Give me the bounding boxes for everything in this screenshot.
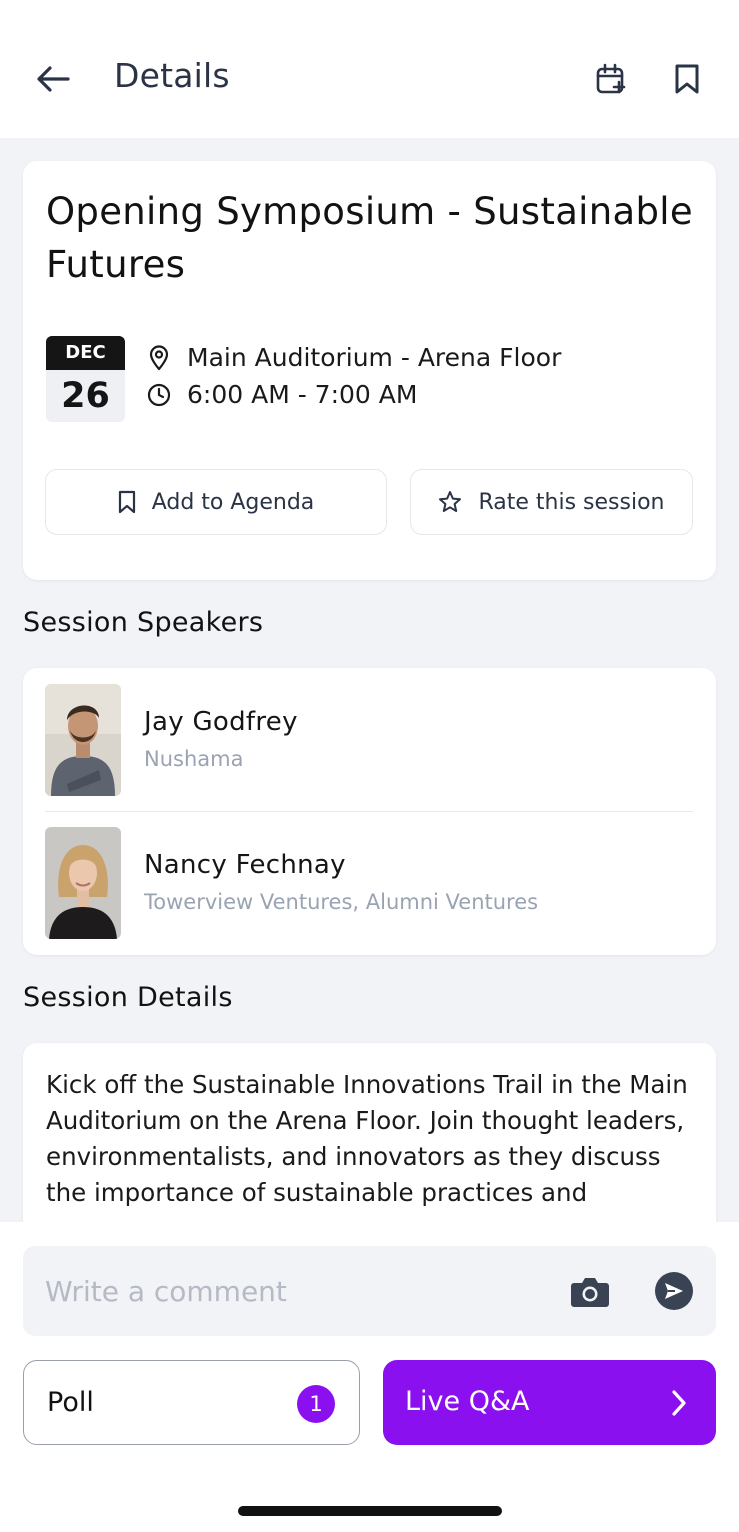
star-icon <box>438 490 462 514</box>
map-pin-icon <box>147 344 171 370</box>
speaker-name: Jay Godfrey <box>144 707 298 737</box>
camera-button[interactable] <box>569 1271 611 1311</box>
speaker-company: Towerview Ventures, Alumni Ventures <box>144 890 539 914</box>
speaker-name: Nancy Fechnay <box>144 850 346 880</box>
live-qa-button[interactable]: Live Q&A <box>383 1360 716 1445</box>
send-button[interactable] <box>655 1272 693 1310</box>
session-location: Main Auditorium - Arena Floor <box>147 343 561 372</box>
back-button[interactable] <box>32 58 74 100</box>
speaker-item[interactable]: Jay Godfrey Nushama <box>45 684 693 797</box>
speakers-card: Jay Godfrey Nushama Nancy Fechnay Towerv… <box>23 668 716 955</box>
bookmark-icon <box>675 64 699 94</box>
chevron-right-icon <box>667 1387 691 1419</box>
speakers-heading: Session Speakers <box>23 607 264 638</box>
page-title: Details <box>114 56 230 95</box>
session-time: 6:00 AM - 7:00 AM <box>147 380 417 409</box>
top-app-bar: Details <box>0 0 739 138</box>
details-heading: Session Details <box>23 982 233 1013</box>
clock-icon <box>147 383 171 407</box>
comment-composer <box>23 1246 716 1336</box>
time-text: 6:00 AM - 7:00 AM <box>187 380 418 409</box>
rate-session-label: Rate this session <box>478 489 665 515</box>
poll-label: Poll <box>47 1387 94 1418</box>
arrow-left-icon <box>37 66 70 92</box>
date-day: 26 <box>61 376 110 416</box>
comment-input[interactable] <box>45 1268 545 1314</box>
bottom-action-panel: Poll 1 Live Q&A <box>0 1222 739 1532</box>
date-month: DEC <box>46 336 125 370</box>
rate-session-button[interactable]: Rate this session <box>410 469 693 535</box>
session-title: Opening Symposium - Sustainable Futures <box>46 190 693 286</box>
calendar-plus-icon <box>596 63 626 94</box>
poll-count-badge: 1 <box>297 1385 335 1423</box>
avatar <box>45 684 121 796</box>
session-description: Kick off the Sustainable Innovations Tra… <box>46 1070 688 1207</box>
bookmark-button[interactable] <box>666 58 708 100</box>
divider <box>45 811 693 812</box>
speaker-item[interactable]: Nancy Fechnay Towerview Ventures, Alumni… <box>45 827 693 940</box>
home-indicator[interactable] <box>238 1506 502 1516</box>
session-card: Opening Symposium - Sustainable Futures … <box>23 161 716 580</box>
bookmark-icon <box>118 490 136 514</box>
date-badge: DEC 26 <box>46 336 125 422</box>
avatar <box>45 827 121 939</box>
send-icon <box>665 1283 683 1299</box>
poll-button[interactable]: Poll 1 <box>23 1360 360 1445</box>
location-text: Main Auditorium - Arena Floor <box>187 343 562 372</box>
live-qa-label: Live Q&A <box>405 1386 530 1417</box>
speaker-company: Nushama <box>144 747 244 771</box>
camera-icon <box>571 1278 609 1307</box>
add-to-agenda-label: Add to Agenda <box>151 489 315 515</box>
add-to-agenda-button[interactable]: Add to Agenda <box>45 469 387 535</box>
add-to-calendar-button[interactable] <box>590 58 632 100</box>
